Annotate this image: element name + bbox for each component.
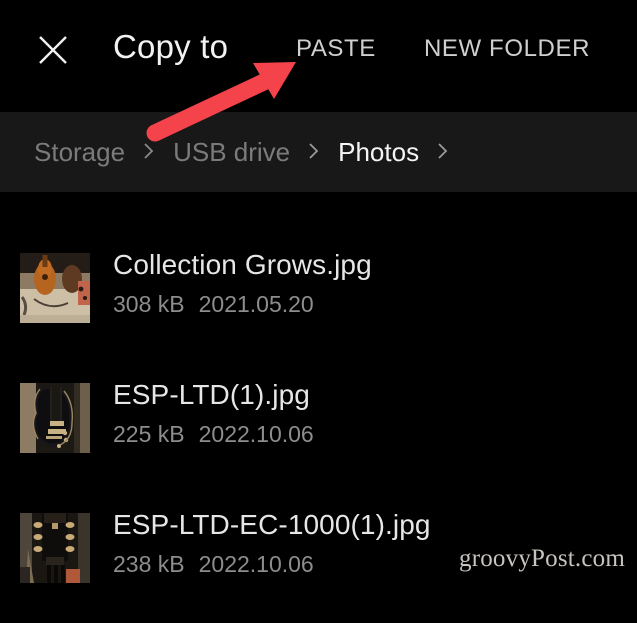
file-date: 2022.10.06: [198, 551, 314, 577]
file-meta: 225 kB 2022.10.06: [113, 421, 314, 448]
file-thumbnail-image: [20, 513, 90, 583]
breadcrumb: Storage USB drive Photos: [0, 112, 637, 192]
watermark: groovyPost.com: [459, 545, 625, 572]
chevron-right-icon: [437, 141, 449, 161]
breadcrumb-item-usb-drive[interactable]: USB drive: [173, 137, 290, 168]
breadcrumb-item-photos[interactable]: Photos: [338, 137, 419, 168]
file-name: ESP-LTD(1).jpg: [113, 379, 310, 410]
file-date: 2022.10.06: [198, 421, 314, 447]
breadcrumb-item-storage[interactable]: Storage: [34, 137, 125, 168]
header-bar: Copy to PASTE NEW FOLDER: [0, 0, 637, 112]
file-meta: 308 kB 2021.05.20: [113, 291, 314, 318]
file-size: 308 kB: [113, 291, 185, 317]
file-thumbnail-image: [20, 253, 90, 323]
chevron-right-icon: [143, 141, 155, 161]
file-name: Collection Grows.jpg: [113, 249, 372, 280]
close-icon[interactable]: [36, 33, 70, 67]
file-thumbnail-image: [20, 383, 90, 453]
chevron-right-icon: [308, 141, 320, 161]
file-picker-screen: Copy to PASTE NEW FOLDER Storage USB dri…: [0, 0, 637, 602]
file-list: Collection Grows.jpg 308 kB 2021.05.20 E…: [0, 192, 637, 602]
page-title: Copy to: [113, 28, 229, 65]
table-row[interactable]: ESP-LTD(1).jpg 225 kB 2022.10.06: [0, 379, 637, 493]
file-size: 225 kB: [113, 421, 185, 447]
file-date: 2021.05.20: [198, 291, 314, 317]
paste-button[interactable]: PASTE: [296, 35, 376, 63]
file-name: ESP-LTD-EC-1000(1).jpg: [113, 509, 431, 540]
new-folder-button[interactable]: NEW FOLDER: [424, 35, 590, 63]
file-size: 238 kB: [113, 551, 185, 577]
table-row[interactable]: Collection Grows.jpg 308 kB 2021.05.20: [0, 249, 637, 363]
file-meta: 238 kB 2022.10.06: [113, 551, 314, 578]
